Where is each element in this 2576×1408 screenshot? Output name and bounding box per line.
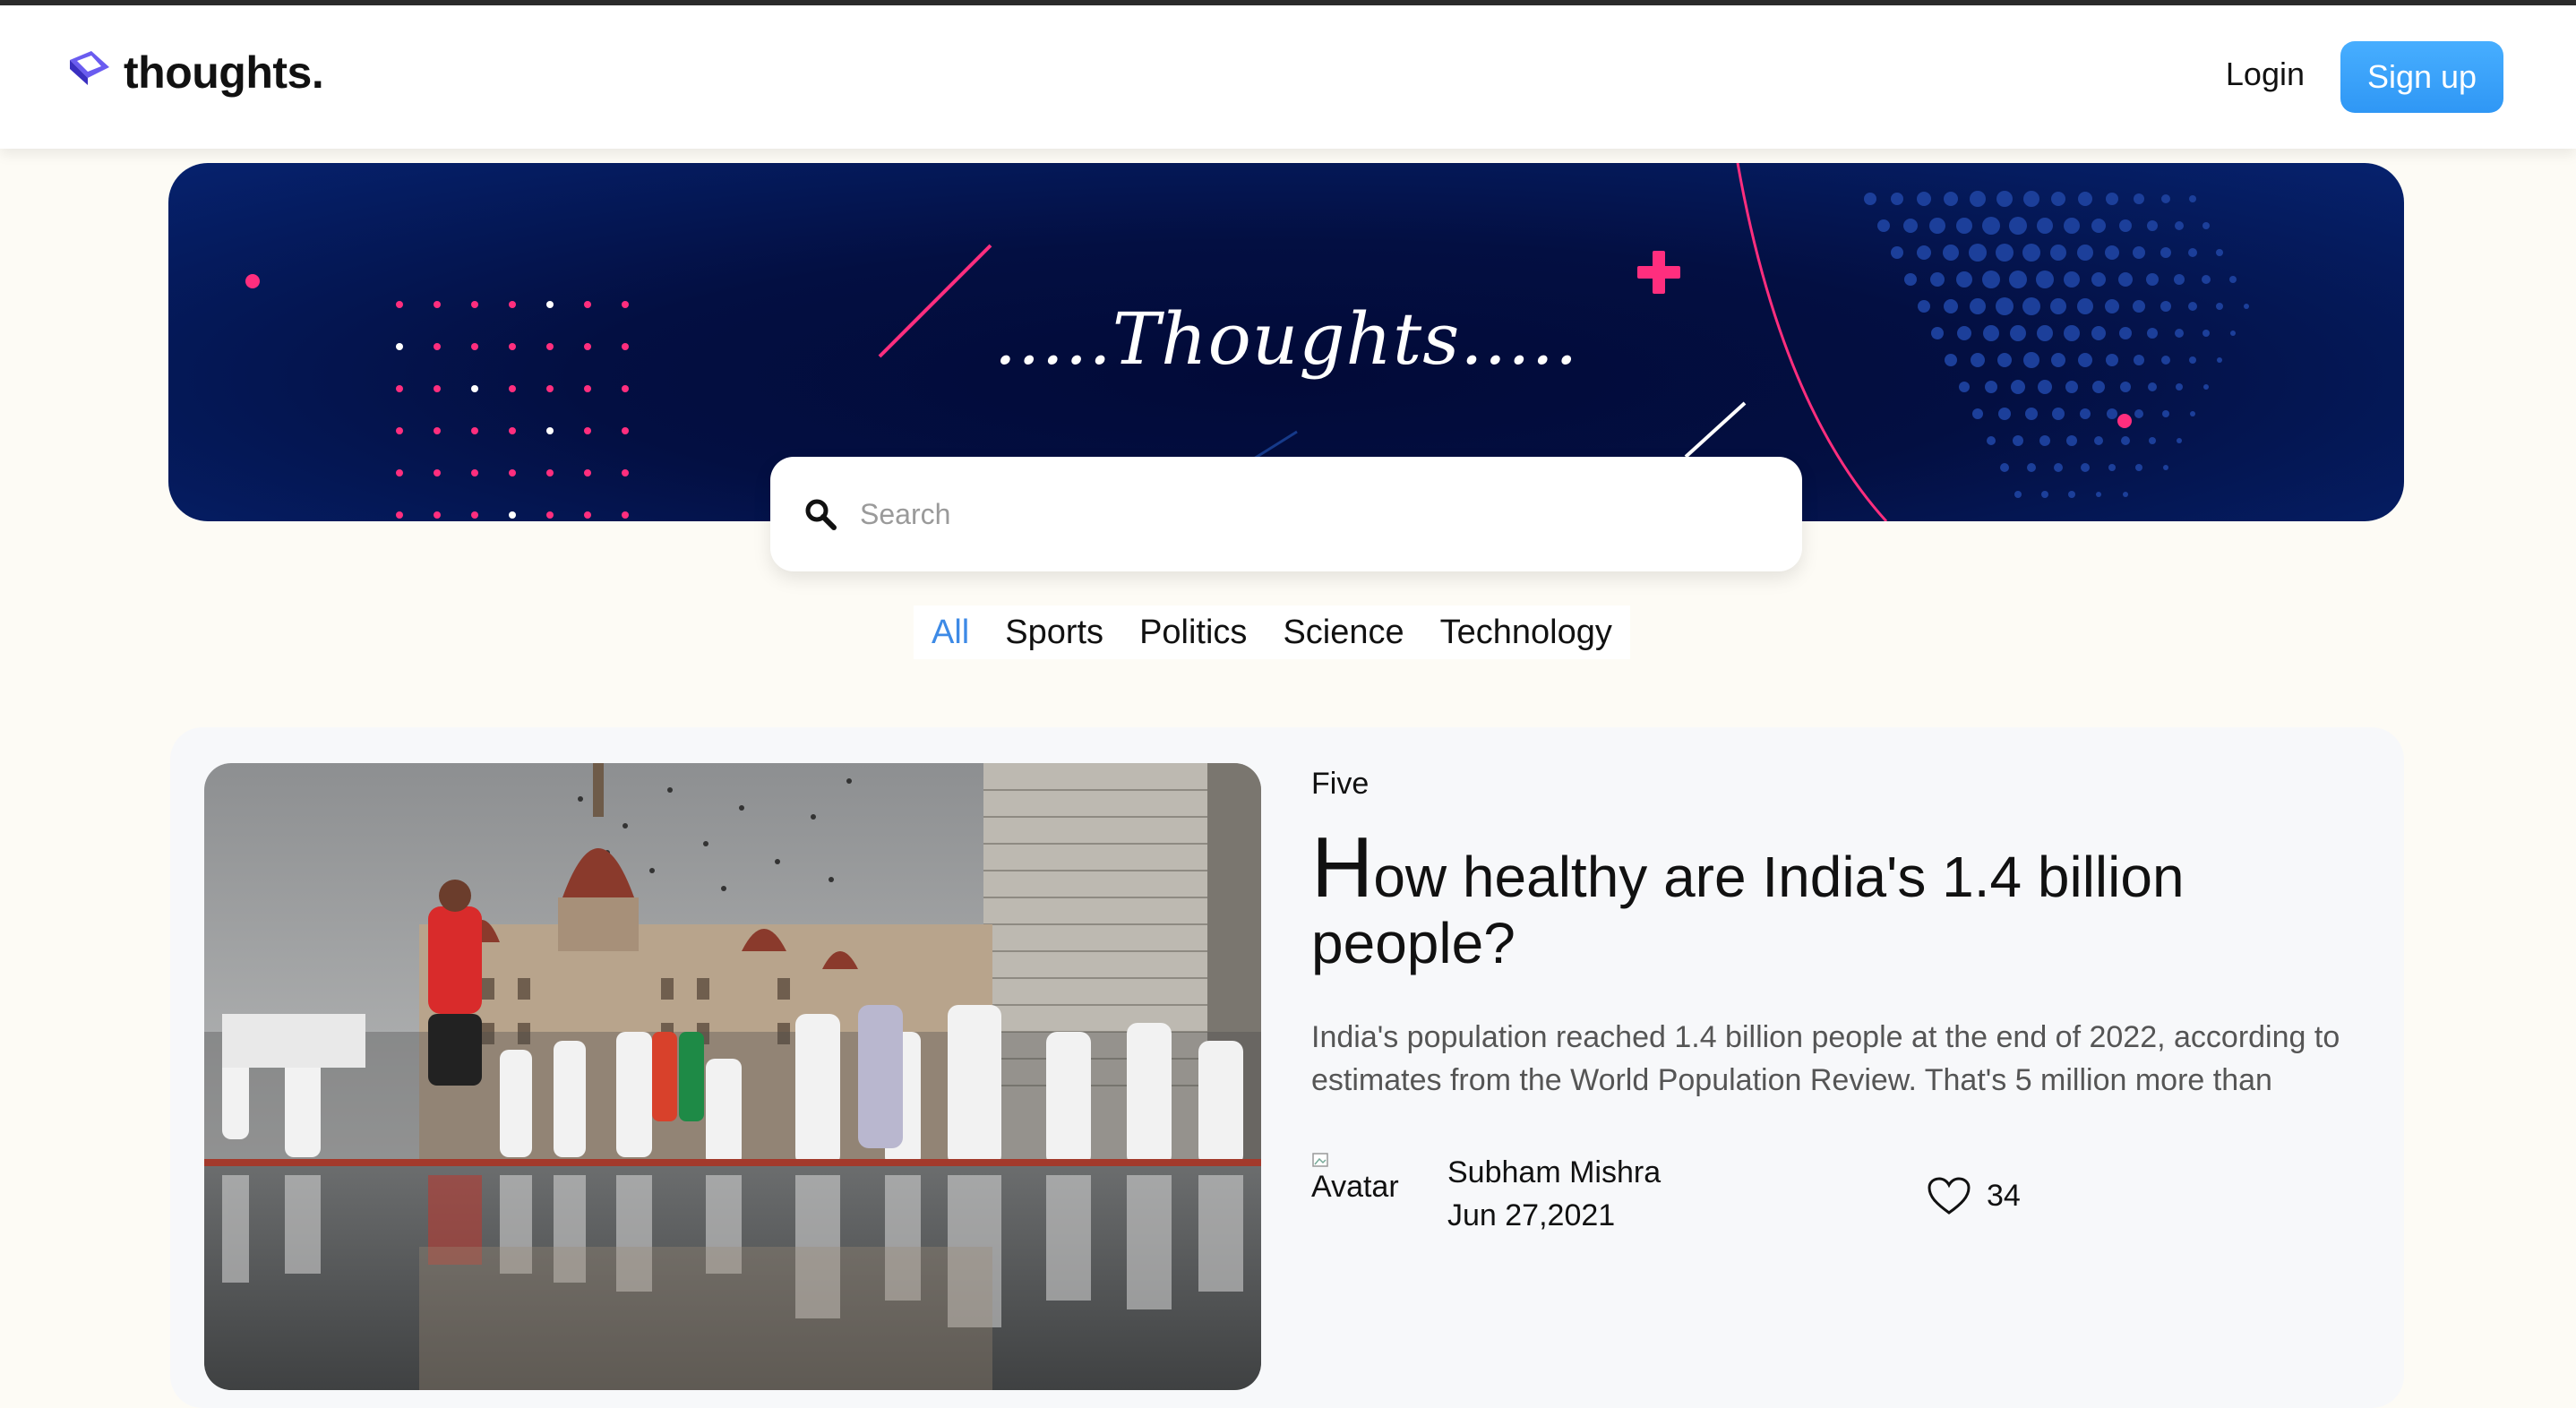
tab-science[interactable]: Science	[1265, 614, 1421, 652]
post-image[interactable]	[204, 763, 1261, 1390]
plus-shape	[1637, 251, 1680, 294]
post-title-initial: H	[1311, 820, 1374, 915]
tab-sports[interactable]: Sports	[987, 614, 1121, 652]
brand-name: thoughts.	[124, 47, 324, 98]
logo-icon	[70, 51, 109, 85]
login-link[interactable]: Login	[2226, 56, 2305, 93]
avatar-alt-text: Avatar	[1311, 1170, 1399, 1204]
like-button[interactable]: 34	[1926, 1175, 2021, 1216]
post-title-text: ow healthy are India's 1.4 billion peopl…	[1311, 845, 2185, 975]
heart-icon	[1928, 1177, 1971, 1215]
tab-technology[interactable]: Technology	[1422, 614, 1630, 652]
header: thoughts. Login Sign up	[0, 5, 2576, 149]
post-date: Jun 27,2021	[1447, 1198, 1616, 1232]
post-card[interactable]: Five How healthy are India's 1.4 billion…	[170, 727, 2404, 1408]
like-count: 34	[1987, 1178, 2021, 1213]
category-tabs: All Sports Politics Science Technology	[914, 605, 1630, 659]
avatar: Avatar	[1311, 1150, 1410, 1213]
search-icon	[805, 499, 837, 530]
tab-politics[interactable]: Politics	[1121, 614, 1265, 652]
post-category: Five	[1311, 767, 1370, 801]
post-excerpt: India's population reached 1.4 billion p…	[1311, 1020, 2340, 1097]
broken-image-icon	[1312, 1153, 1328, 1167]
post-title[interactable]: How healthy are India's 1.4 billion peop…	[1311, 825, 2341, 976]
tab-all[interactable]: All	[914, 614, 987, 652]
search-input[interactable]	[858, 496, 1757, 532]
brand-logo[interactable]: thoughts.	[64, 47, 324, 99]
hero-title: .....Thoughts.....	[993, 297, 1579, 381]
search-bar[interactable]	[770, 457, 1802, 571]
author-name[interactable]: Subham Mishra	[1447, 1155, 1661, 1190]
signup-button[interactable]: Sign up	[2340, 41, 2503, 113]
